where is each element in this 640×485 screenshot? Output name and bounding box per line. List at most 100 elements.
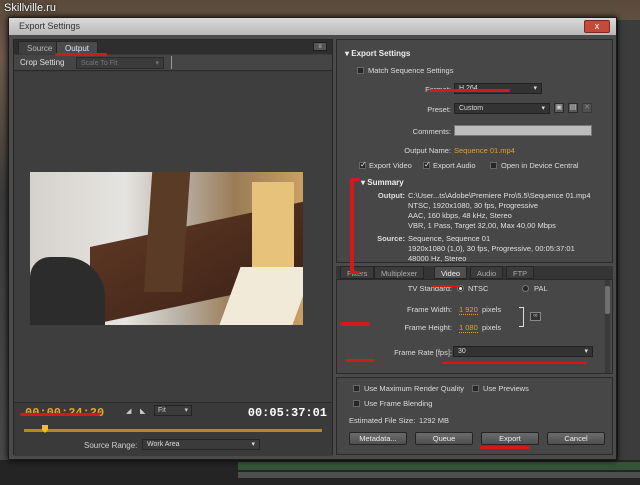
duration-timecode: 00:05:37:01 [247,406,327,420]
import-preset-icon[interactable]: ▤ [568,103,578,113]
summary-source-line: 1920x1080 (1,0), 30 fps, Progressive, 00… [408,244,575,253]
frame-blending-checkbox[interactable] [353,400,360,407]
delete-preset-icon[interactable]: ✕ [582,103,592,113]
scrollbar-thumb[interactable] [605,286,610,314]
annotation-bracket-summary [350,178,354,274]
video-settings-section: TV Standard: NTSC PAL Frame Width: 1 920… [336,279,613,374]
close-button[interactable]: x [584,20,610,33]
chevron-down-icon: ▾ [584,348,588,355]
open-device-central-label: Open in Device Central [501,161,579,170]
annotation-arrow-frame-rate [345,359,375,362]
frame-width-value[interactable]: 1 920 [459,305,478,315]
dialog-titlebar: Export Settings x [9,18,616,35]
max-render-quality-label: Use Maximum Render Quality [364,384,465,393]
pal-label: PAL [534,284,548,293]
export-settings-section: ▾ Export Settings Match Sequence Setting… [336,39,613,263]
export-audio-label: Export Audio [433,161,476,170]
preset-value: Custom [459,105,484,112]
annotation-underline-output [55,53,107,56]
frame-rate-label: Frame Rate [fps]: [394,348,452,357]
scrub-bar[interactable] [24,429,322,432]
pixels-label: pixels [482,305,502,314]
export-video-label: Export Video [369,161,412,170]
summary-heading[interactable]: ▾ Summary [361,178,404,187]
export-options-section: Use Maximum Render Quality Use Previews … [336,377,613,455]
background-track-video [238,462,640,470]
export-audio-checkbox[interactable] [423,160,431,169]
crop-scale-value: Scale To Fit [81,60,118,67]
video-frame [30,172,303,325]
use-previews-checkbox[interactable] [472,385,479,392]
preset-select[interactable]: Custom ▾ [454,103,550,114]
video-preview-area [14,72,332,402]
timecode-bar: 00:00:24:20 ◢ ◣ Fit ▾ 00:05:37:01 Source… [14,402,332,456]
summary-source-line: 48000 Hz, Stereo [408,254,467,263]
cancel-button[interactable]: Cancel [547,432,605,445]
tab-video[interactable]: Video [434,266,468,279]
preset-label: Preset: [427,105,451,114]
mark-out-icon[interactable]: ◣ [140,407,150,417]
match-sequence-label: Match Sequence Settings [368,66,454,75]
aspect-bracket [519,307,524,327]
annotation-underline-frame-rate [442,362,587,364]
comments-input[interactable] [454,125,592,136]
settings-panel: ▾ Export Settings Match Sequence Setting… [336,39,613,455]
max-render-quality-checkbox[interactable] [353,385,360,392]
estimated-size-label: Estimated File Size: [349,416,416,425]
frame-rate-value: 30 [458,348,466,355]
crop-setting-label[interactable]: Crop Setting [20,58,64,67]
summary-source-label: Source: [377,234,405,243]
source-range-select[interactable]: Work Area ▾ [142,439,260,450]
frame-width-label: Frame Width: [406,305,452,314]
summary-source-line: Sequence, Sequence 01 [408,234,491,243]
queue-button[interactable]: Queue [415,432,473,445]
export-settings-heading[interactable]: ▾ Export Settings [345,49,410,58]
frame-blending-label: Use Frame Blending [364,399,433,408]
chevron-down-icon: ▾ [155,60,159,67]
annotation-underline-video-tab [432,285,460,287]
estimated-size-value: 1292 MB [419,416,450,425]
dialog-title: Export Settings [19,21,81,31]
link-icon[interactable]: ∞ [530,312,541,321]
export-video-checkbox[interactable] [359,160,367,169]
settings-tabs: Filters Multiplexer Video Audio FTP [336,266,613,279]
chevron-down-icon: ▾ [541,105,545,112]
metadata-button[interactable]: Metadata... [349,432,407,445]
crop-scale-select[interactable]: Scale To Fit ▾ [76,57,164,69]
summary-output-line: AAC, 160 kbps, 48 kHz, Stereo [408,211,512,220]
pal-radio[interactable] [522,285,529,292]
open-device-central-checkbox[interactable] [490,162,497,169]
settings-scrollbar[interactable] [605,280,610,373]
crop-toolbar: Crop Setting Scale To Fit ▾ [14,55,332,71]
annotation-underline-export [480,446,530,449]
export-button[interactable]: Export [481,432,539,445]
frame-rate-select[interactable]: 30 ▾ [453,346,593,357]
mark-in-icon[interactable]: ◢ [126,407,136,417]
output-name-label: Output Name: [404,146,451,155]
summary-output-line: NTSC, 1920x1080, 30 fps, Progressive [408,201,539,210]
site-watermark: Skillville.ru [4,2,56,14]
background-track-audio [238,472,640,478]
zoom-fit-select[interactable]: Fit ▾ [154,405,192,416]
save-preset-icon[interactable]: ▣ [554,103,564,113]
summary-output-line: VBR, 1 Pass, Target 32,00, Max 40,00 Mbp… [408,221,556,230]
frame-height-value[interactable]: 1 080 [459,323,478,333]
tab-source[interactable]: Source [18,41,62,54]
tab-multiplexer[interactable]: Multiplexer [374,266,425,279]
zoom-fit-value: Fit [158,407,166,414]
panel-menu-icon[interactable]: ≡ [313,42,327,51]
source-range-value: Work Area [147,441,180,448]
crop-divider [171,56,172,69]
chevron-down-icon: ▾ [533,85,537,92]
export-settings-dialog: Export Settings x Source Output ≡ Crop S… [8,17,617,460]
output-name-link[interactable]: Sequence 01.mp4 [454,146,515,155]
tab-audio[interactable]: Audio [470,266,504,279]
pixels-label: pixels [482,323,502,332]
use-previews-label: Use Previews [483,384,529,393]
summary-output-label: Output: [377,191,405,200]
tab-ftp[interactable]: FTP [506,266,535,279]
ntsc-label: NTSC [468,284,489,293]
match-sequence-checkbox[interactable] [357,67,364,74]
annotation-bracket-summary-top [350,178,360,181]
preview-panel: Source Output ≡ Crop Setting Scale To Fi… [13,39,333,456]
